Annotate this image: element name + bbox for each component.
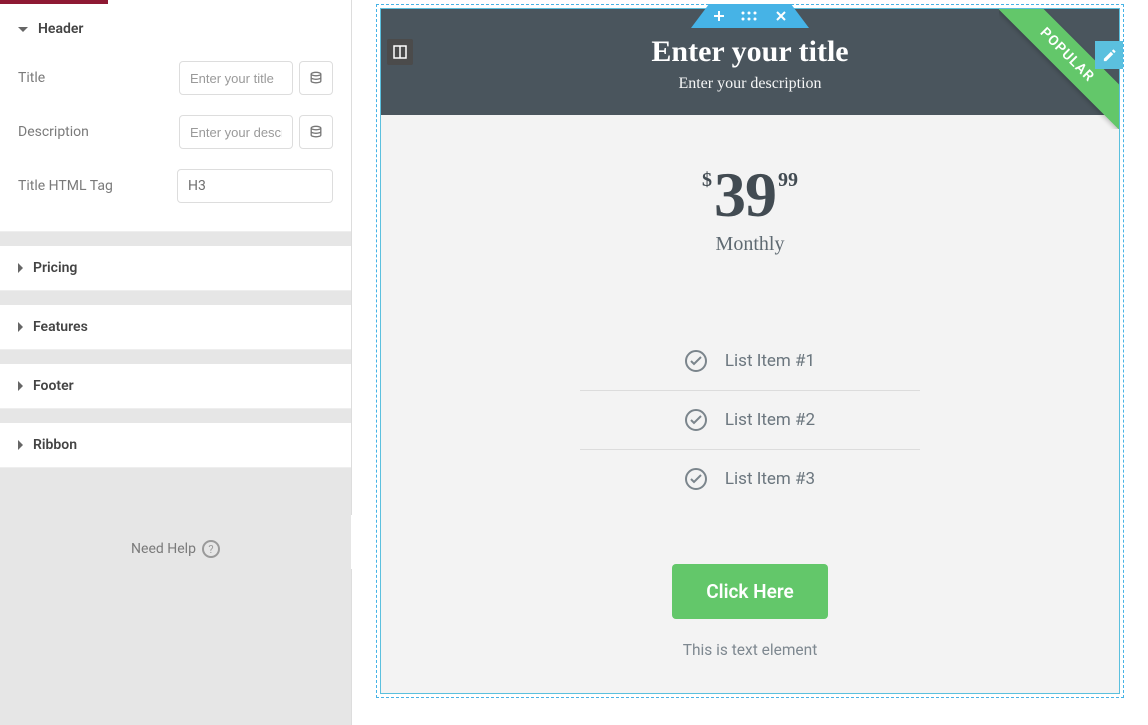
feature-label: List Item #1 (725, 351, 815, 371)
section-toolbar (691, 4, 809, 28)
html-tag-value: H3 (188, 178, 206, 194)
html-tag-select[interactable]: H3 (177, 169, 333, 203)
sidebar-tab-strip (0, 0, 351, 7)
edit-section-button[interactable] (733, 4, 767, 28)
section-header-header[interactable]: Header (0, 7, 351, 51)
currency-symbol: $ (702, 169, 712, 192)
section-header-label: Features (33, 319, 88, 335)
list-item: List Item #1 (580, 332, 920, 391)
title-dynamic-button[interactable] (299, 61, 333, 95)
feature-label: List Item #3 (725, 469, 815, 489)
description-input[interactable] (179, 115, 293, 149)
section-header-label: Ribbon (33, 437, 77, 453)
pricing-price: $ 39 99 (421, 163, 1079, 227)
caret-right-icon (18, 381, 23, 391)
editor-sidebar: Header Title Description (0, 0, 352, 725)
plus-icon (713, 10, 725, 22)
add-section-button[interactable] (691, 4, 733, 28)
drag-dots-icon (741, 11, 759, 21)
check-circle-icon (685, 409, 707, 431)
caret-right-icon (18, 263, 23, 273)
html-tag-field-label: Title HTML Tag (18, 178, 113, 194)
pricing-note: This is text element (421, 641, 1079, 659)
section-header-label: Pricing (33, 260, 77, 276)
title-field-label: Title (18, 70, 45, 86)
pricing-button[interactable]: Click Here (672, 564, 828, 619)
price-period: Monthly (421, 233, 1079, 256)
pricing-title: Enter your title (391, 35, 1109, 69)
editor-canvas: POPULAR Enter your title Enter your desc… (352, 0, 1148, 725)
caret-right-icon (18, 322, 23, 332)
pricing-button-label: Click Here (706, 580, 794, 603)
section-header-footer[interactable]: Footer (0, 364, 351, 408)
caret-right-icon (18, 440, 23, 450)
need-help-label: Need Help (131, 541, 196, 557)
list-item: List Item #2 (580, 391, 920, 450)
price-cents: 99 (778, 169, 798, 192)
database-icon (309, 125, 323, 139)
title-input[interactable] (179, 61, 293, 95)
section-header-label: Footer (33, 378, 74, 394)
section-header-pricing[interactable]: Pricing (0, 246, 351, 290)
section-frame[interactable]: POPULAR Enter your title Enter your desc… (376, 4, 1124, 698)
column-handle[interactable] (387, 39, 413, 65)
description-dynamic-button[interactable] (299, 115, 333, 149)
list-item: List Item #3 (580, 450, 920, 508)
description-field-label: Description (18, 124, 89, 140)
delete-section-button[interactable] (767, 4, 809, 28)
help-icon: ? (202, 540, 220, 558)
section-header-ribbon[interactable]: Ribbon (0, 423, 351, 467)
caret-down-icon (18, 27, 28, 32)
need-help-link[interactable]: Need Help ? (131, 540, 220, 558)
section-header-label: Header (38, 21, 83, 37)
database-icon (309, 71, 323, 85)
pencil-icon (1102, 48, 1117, 63)
close-icon (775, 10, 787, 22)
column-icon (393, 45, 407, 59)
features-list: List Item #1 List Item #2 List Item #3 (580, 332, 920, 508)
check-circle-icon (685, 350, 707, 372)
price-amount: 39 (714, 163, 776, 227)
edit-widget-button[interactable] (1095, 41, 1123, 69)
check-circle-icon (685, 468, 707, 490)
pricing-widget[interactable]: POPULAR Enter your title Enter your desc… (380, 8, 1120, 694)
section-header-features[interactable]: Features (0, 305, 351, 349)
feature-label: List Item #2 (725, 410, 815, 430)
pricing-description: Enter your description (391, 75, 1109, 93)
